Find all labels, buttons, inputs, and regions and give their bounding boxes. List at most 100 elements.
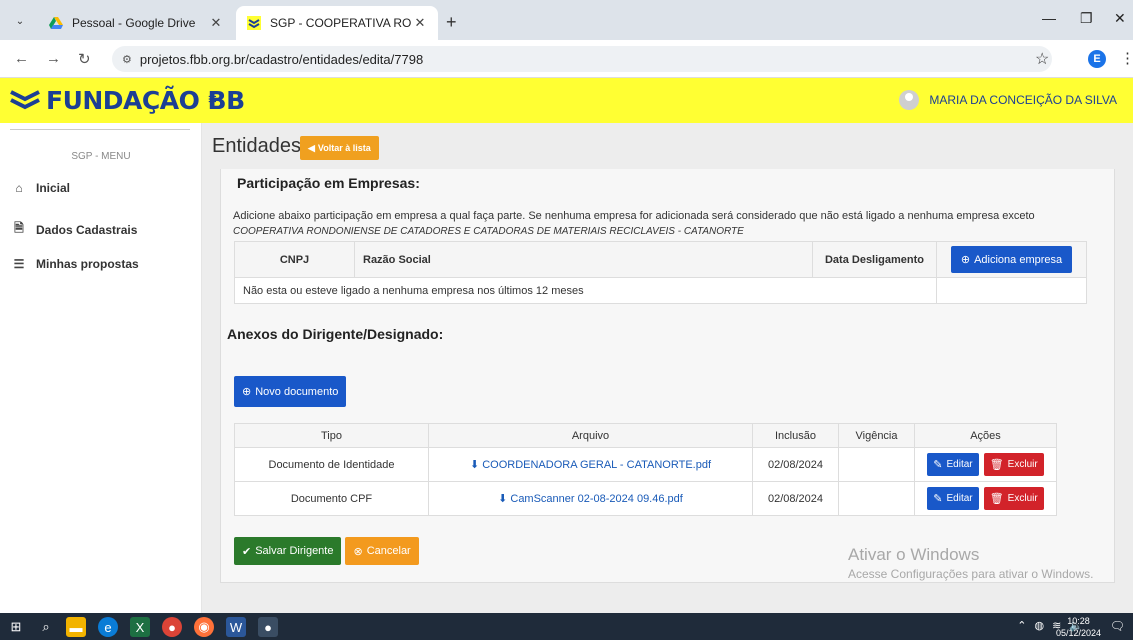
edit-button[interactable]: ✎ Editar xyxy=(927,487,979,510)
empresas-description-text: Adicione abaixo participação em empresa … xyxy=(233,210,1035,222)
cell-acoes: ✎ Editar 🗑 Excluir xyxy=(914,481,1057,516)
edge-browser-icon[interactable]: e xyxy=(98,617,118,637)
cancel-button[interactable]: ⊗ Cancelar xyxy=(345,537,419,565)
back-to-list-label: Voltar à lista xyxy=(317,143,371,153)
restore-icon[interactable]: ❐ xyxy=(1080,10,1093,27)
delete-label: Excluir xyxy=(1007,493,1038,504)
browser-menu-icon[interactable]: ⋮ xyxy=(1120,49,1133,67)
taskbar-clock[interactable]: 10:28 05/12/2024 xyxy=(1056,615,1101,639)
bookmark-star-icon[interactable]: ☆ xyxy=(1035,49,1049,69)
trash-icon: 🗑 xyxy=(989,459,1004,471)
add-empresa-label: Adiciona empresa xyxy=(974,253,1063,266)
new-document-wrap: ⊕ Novo documento xyxy=(234,376,347,407)
tab-search-dropdown-icon[interactable]: ⌄ xyxy=(10,11,30,31)
firefox-icon[interactable]: ◉ xyxy=(194,617,214,637)
table-header-row: Tipo Arquivo Inclusão Vigência Ações xyxy=(234,423,1057,448)
edit-label: Editar xyxy=(946,459,973,470)
url-field[interactable]: ⚙ projetos.fbb.org.br/cadastro/entidades… xyxy=(112,46,1052,72)
new-document-label: Novo documento xyxy=(255,385,339,398)
excel-icon[interactable]: X xyxy=(130,617,150,637)
chrome-profile-icon[interactable]: ● xyxy=(258,617,278,637)
browser-tab-bar: ⌄ Pessoal - Google Drive ✕ SGP - COOPERA… xyxy=(0,0,1133,40)
reload-icon[interactable]: ↻ xyxy=(78,50,91,68)
list-icon: ☰ xyxy=(13,257,25,271)
file-name: COORDENADORA GERAL - CATANORTE.pdf xyxy=(482,459,712,471)
empresas-table: CNPJ Razão Social Data Desligamento ⊕ Ad… xyxy=(234,241,1087,304)
app-header: FUNDAÇÃO BB ≡ MARIA DA CONCEIÇÃO DA SILV… xyxy=(0,78,1133,123)
column-header-inclusao: Inclusão xyxy=(752,423,839,448)
plus-circle-icon: ⊕ xyxy=(242,386,252,398)
windows-start-icon[interactable]: ⊞ xyxy=(6,617,26,637)
tray-chevron-icon[interactable]: ⌃ xyxy=(1017,619,1026,632)
user-menu[interactable]: MARIA DA CONCEIÇÃO DA SILVA xyxy=(899,90,1117,110)
sidebar-item-dados-cadastrais[interactable]: 🗎 Dados Cadastrais xyxy=(12,219,137,240)
windows-taskbar: ⊞ ⌕ ▬ e X ● ◉ W ● ⌃ ◍ ≋ 🔈 10:28 05/12/20… xyxy=(0,613,1133,640)
add-empresa-button[interactable]: ⊕ Adiciona empresa xyxy=(950,246,1073,273)
word-icon[interactable]: W xyxy=(226,617,246,637)
close-tab-icon[interactable]: ✕ xyxy=(412,15,428,31)
file-explorer-icon[interactable]: ▬ xyxy=(66,617,86,637)
cell-tipo: Documento de Identidade xyxy=(234,447,429,482)
table-row: Documento de Identidade ⬇ COORDENADORA GE… xyxy=(234,447,1057,482)
watermark-line2: Acesse Configurações para ativar o Windo… xyxy=(848,567,1094,581)
google-drive-icon xyxy=(48,15,64,31)
back-to-list-button[interactable]: ◀ Voltar à lista xyxy=(300,136,379,160)
chrome-icon[interactable]: ● xyxy=(162,617,182,637)
column-header-tipo: Tipo xyxy=(234,423,429,448)
site-info-icon[interactable]: ⚙ xyxy=(122,53,132,66)
tab-google-drive[interactable]: Pessoal - Google Drive ✕ xyxy=(38,6,234,40)
cell-vigencia xyxy=(838,447,915,482)
tab-title: Pessoal - Google Drive xyxy=(72,16,196,30)
table-row: Documento CPF ⬇ CamScanner 02-08-2024 09.… xyxy=(234,481,1057,516)
cell-vigencia xyxy=(838,481,915,516)
search-icon[interactable]: ⌕ xyxy=(36,617,56,637)
x-circle-icon: ⊗ xyxy=(353,545,363,558)
sidebar-item-label: Inicial xyxy=(36,181,71,195)
save-dirigente-button[interactable]: ✔ Salvar Dirigente xyxy=(234,537,342,565)
user-avatar-icon xyxy=(899,90,920,110)
new-document-button[interactable]: ⊕ Novo documento xyxy=(234,376,347,407)
cell-inclusao: 02/08/2024 xyxy=(752,481,839,516)
clock-date: 05/12/2024 xyxy=(1055,628,1101,638)
file-download-link[interactable]: ⬇ COORDENADORA GERAL - CATANORTE.pdf xyxy=(470,459,711,471)
page-title: Entidades xyxy=(212,135,301,157)
sidebar-divider xyxy=(10,129,190,130)
empresas-heading: Participação em Empresas: xyxy=(237,175,420,191)
arrow-left-circle-icon: ◀ xyxy=(308,142,315,153)
empty-cell xyxy=(936,277,1087,304)
back-arrow-icon[interactable]: ← xyxy=(14,50,29,67)
empty-message: Não esta ou esteve ligado a nenhuma empr… xyxy=(234,277,937,304)
tab-sgp[interactable]: SGP - COOPERATIVA RONDONI ✕ xyxy=(236,6,438,40)
delete-button[interactable]: 🗑 Excluir xyxy=(983,453,1044,476)
profile-avatar[interactable]: E xyxy=(1088,50,1106,68)
edit-button[interactable]: ✎ Editar xyxy=(927,453,979,476)
file-download-link[interactable]: ⬇ CamScanner 02-08-2024 09.46.pdf xyxy=(498,493,683,505)
close-tab-icon[interactable]: ✕ xyxy=(208,15,224,31)
cell-arquivo: ⬇ COORDENADORA GERAL - CATANORTE.pdf xyxy=(428,447,753,482)
file-name: CamScanner 02-08-2024 09.46.pdf xyxy=(510,493,683,505)
hamburger-menu-icon[interactable]: ≡ xyxy=(208,91,217,108)
sidebar-item-inicial[interactable]: ⌂ Inicial xyxy=(12,181,70,195)
address-bar-row: ← → ↻ ⚙ projetos.fbb.org.br/cadastro/ent… xyxy=(0,40,1133,78)
fbb-favicon-icon xyxy=(246,15,262,31)
minimize-icon[interactable]: — xyxy=(1042,10,1056,26)
add-empresa-cell: ⊕ Adiciona empresa xyxy=(936,241,1087,278)
watermark-line1: Ativar o Windows xyxy=(848,545,980,564)
delete-button[interactable]: 🗑 Excluir xyxy=(983,487,1044,510)
empresas-description: Adicione abaixo participação em empresa … xyxy=(233,209,1103,239)
delete-label: Excluir xyxy=(1007,459,1038,470)
cell-acoes: ✎ Editar 🗑 Excluir xyxy=(914,447,1057,482)
cell-tipo: Documento CPF xyxy=(234,481,429,516)
table-header-row: CNPJ Razão Social Data Desligamento ⊕ Ad… xyxy=(234,241,1087,278)
network-icon[interactable]: ◍ xyxy=(1034,619,1044,632)
close-window-icon[interactable]: ✕ xyxy=(1114,10,1126,27)
edit-label: Editar xyxy=(946,493,973,504)
document-icon: 🗎 xyxy=(14,221,24,235)
new-tab-icon[interactable]: + xyxy=(446,12,457,33)
sidebar-item-label: Dados Cadastrais xyxy=(36,222,138,237)
forward-arrow-icon[interactable]: → xyxy=(46,50,61,67)
sidebar-item-label: Minhas propostas xyxy=(36,257,139,271)
notifications-icon[interactable]: 🗨 xyxy=(1110,619,1125,633)
sidebar-item-minhas-propostas[interactable]: ☰ Minhas propostas xyxy=(12,257,139,271)
download-icon: ⬇ xyxy=(498,493,508,505)
